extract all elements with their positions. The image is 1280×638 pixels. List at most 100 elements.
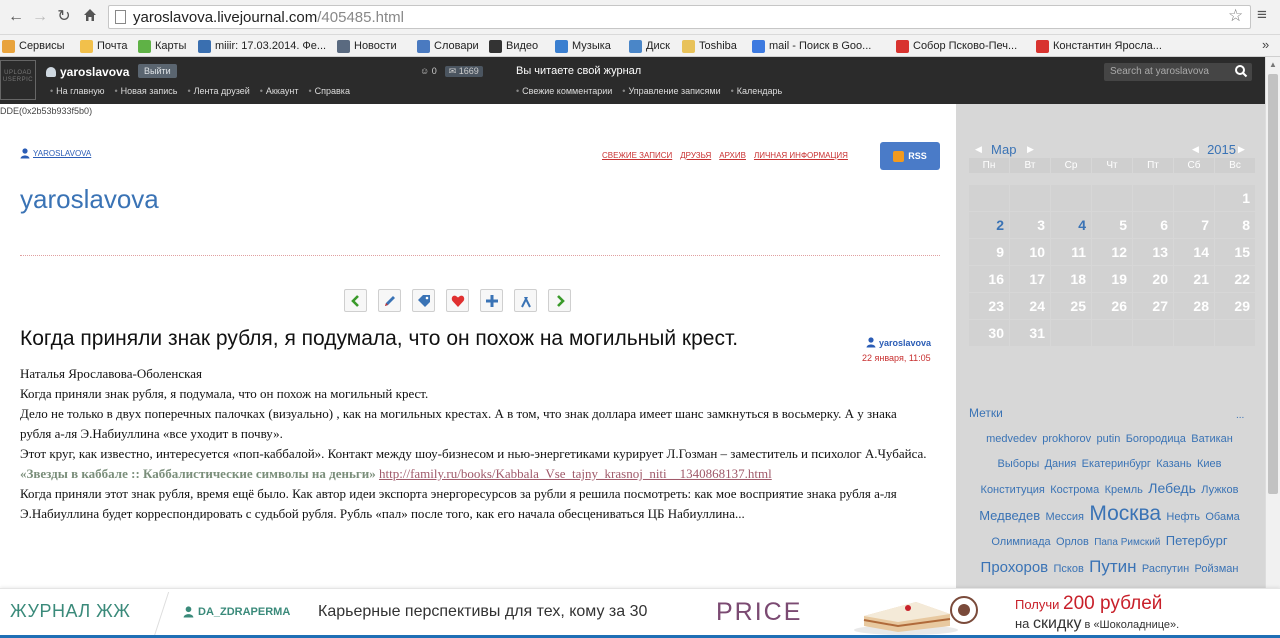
nav-calendar[interactable]: Календарь [731,86,782,96]
tag-link[interactable]: Петербург [1166,533,1228,548]
bookmark-item[interactable]: mail - Поиск в Goo... [752,38,871,54]
scroll-thumb[interactable] [1268,74,1278,494]
journal-user-link[interactable]: YAROSLAVOVA [20,148,91,159]
bookmark-item[interactable]: Словари [417,38,479,54]
tag-link[interactable]: putin [1096,433,1120,445]
edit-tags-icon[interactable] [412,289,435,312]
tag-link[interactable]: Орлов [1056,536,1089,548]
tag-link[interactable]: Папа Римский [1094,537,1160,548]
url-text[interactable]: yaroslavova.livejournal.com/405485.html [133,9,404,26]
bookmark-item[interactable]: Собор Псково-Печ... [896,38,1017,54]
ad-headline[interactable]: Карьерные перспективы для тех, кому за 3… [318,603,647,621]
tag-link[interactable]: Лебедь [1148,480,1196,496]
messages-counter[interactable]: ✉ 1669 [444,66,483,77]
tag-link[interactable]: Казань [1156,458,1191,470]
bookmark-item[interactable]: Карты [138,38,186,54]
journal-title[interactable]: yaroslavova [20,184,159,215]
bookmark-item[interactable]: Диск [629,38,670,54]
bookmark-star-icon[interactable]: ☆ [1228,6,1243,26]
calendar-day[interactable]: 2 [969,212,1009,238]
link-friends[interactable]: ДРУЗЬЯ [680,151,711,160]
page-scrollbar[interactable]: ▲ [1265,57,1280,588]
search-icon[interactable] [1234,64,1248,78]
external-link[interactable]: http://family.ru/books/Kabbala_Vse_tajny… [379,466,772,481]
tag-link[interactable]: prokhorov [1042,433,1091,445]
ad-user-link[interactable]: DA_ZDRAPERMA [183,606,290,618]
tag-link[interactable]: Путин [1089,557,1136,576]
tag-link[interactable]: Кремль [1105,484,1143,496]
add-to-memories-icon[interactable] [446,289,469,312]
flag-entry-icon[interactable] [514,289,537,312]
nav-home[interactable]: На главную [50,86,104,96]
calendar-month[interactable]: Мар [991,142,1016,157]
tag-link[interactable]: Лужков [1201,484,1238,496]
tag-link[interactable]: Москва [1089,502,1161,525]
ad-brand[interactable]: ЖУРНАЛ ЖЖ [10,601,130,622]
nav-friends-feed[interactable]: Лента друзей [187,86,250,96]
nav-new-post[interactable]: Новая запись [115,86,178,96]
tags-more-link[interactable]: ... [1236,410,1244,421]
bookmark-item[interactable]: miiir: 17.03.2014. Фе... [198,38,326,54]
tag-link[interactable]: medvedev [986,433,1037,445]
address-bar[interactable]: yaroslavova.livejournal.com/405485.html [108,5,1251,29]
link-profile[interactable]: ЛИЧНАЯ ИНФОРМАЦИЯ [754,151,848,160]
tag-link[interactable]: Дания [1045,458,1077,470]
tag-link[interactable]: Выборы [998,458,1040,470]
tag-link[interactable]: Конституция [981,484,1045,496]
ad-offer-line-1[interactable]: Получи 200 рублей [1015,593,1162,615]
tag-link[interactable]: Кострома [1050,484,1099,496]
tag-link[interactable]: Олимпиада [991,536,1050,548]
next-year-icon[interactable]: ▶ [1238,144,1245,155]
tag-link[interactable]: Ройзман [1195,563,1239,575]
menu-icon[interactable]: ≡ [1257,5,1267,25]
scroll-up-icon[interactable]: ▲ [1269,60,1277,69]
link-archive[interactable]: АРХИВ [719,151,746,160]
ad-banner[interactable]: ЖУРНАЛ ЖЖ DA_ZDRAPERMA Карьерные перспек… [0,588,1280,638]
nav-recent-comments[interactable]: Свежие комментарии [516,86,612,96]
bookmark-item[interactable]: Видео [489,38,538,54]
prev-entry-icon[interactable] [344,289,367,312]
post-date[interactable]: 22 января, 11:05 [862,353,931,363]
prev-year-icon[interactable]: ◀ [1192,144,1199,155]
bookmark-item[interactable]: Музыка [555,38,611,54]
prev-month-icon[interactable]: ◀ [975,144,982,155]
back-icon[interactable]: ← [6,7,26,27]
forward-icon[interactable]: → [30,7,50,27]
tag-link[interactable]: Киев [1197,458,1222,470]
calendar-day[interactable]: 4 [1051,212,1091,238]
logout-button[interactable]: Выйти [138,64,177,78]
edit-entry-icon[interactable] [378,289,401,312]
calendar-year[interactable]: 2015 [1207,142,1236,157]
bookmark-item[interactable]: Почта [80,38,128,54]
tag-link[interactable]: Мессия [1045,511,1084,523]
nav-help[interactable]: Справка [308,86,350,96]
tag-link[interactable]: Екатеринбург [1082,458,1151,470]
rss-button[interactable]: RSS [880,142,940,170]
track-entry-icon[interactable] [480,289,503,312]
next-entry-icon[interactable] [548,289,571,312]
post-author-link[interactable]: yaroslavova [866,337,931,348]
ad-price-logo[interactable]: PRICE [716,598,802,627]
friends-counter[interactable]: ☺ 0 [420,66,437,77]
bookmarks-more-button[interactable]: » [1262,37,1269,52]
link-recent-entries[interactable]: СВЕЖИЕ ЗАПИСИ [602,151,672,160]
tag-link[interactable]: Обама [1205,511,1239,523]
lj-username-link[interactable]: yaroslavova [46,65,129,79]
tag-link[interactable]: Распутин [1142,563,1189,575]
nav-manage-entries[interactable]: Управление записями [622,86,720,96]
bookmark-item[interactable]: Сервисы [2,38,65,54]
ad-offer-line-2[interactable]: на скидку в «Шоколаднице». [1015,615,1179,633]
tag-link[interactable]: Псков [1054,563,1084,575]
upload-userpic-button[interactable]: UPLOAD USERPIC [0,60,36,100]
tag-link[interactable]: Ватикан [1191,433,1233,445]
tag-link[interactable]: Прохоров [981,559,1049,576]
lj-search-input[interactable]: Search at yaroslavova [1110,66,1209,77]
home-icon[interactable] [80,7,100,27]
tag-link[interactable]: Медведев [979,508,1040,523]
bookmark-item[interactable]: Константин Яросла... [1036,38,1162,54]
nav-account[interactable]: Аккаунт [260,86,299,96]
next-month-icon[interactable]: ▶ [1027,144,1034,155]
tag-link[interactable]: Богородица [1126,433,1186,445]
bookmark-item[interactable]: Toshiba [682,38,737,54]
tag-link[interactable]: Нефть [1166,511,1200,523]
